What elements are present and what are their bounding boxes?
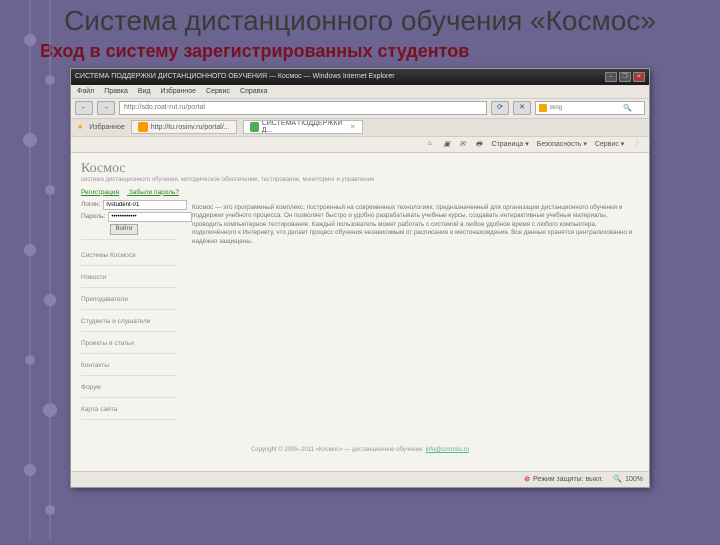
tab-1[interactable]: http://tu.rosinv.ru/portal/... xyxy=(131,120,237,134)
tab-1-label: http://tu.rosinv.ru/portal/... xyxy=(151,124,230,131)
login-form: Логин: Пароль: Войти xyxy=(81,200,176,240)
search-go-icon[interactable]: 🔍 xyxy=(623,104,632,112)
status-security: ⊘ Режим защиты: выкл. xyxy=(524,475,603,483)
search-box[interactable]: 🔍 xyxy=(535,101,645,115)
address-bar[interactable]: http://sdo.roat-rut.ru/portal xyxy=(119,101,487,115)
minimize-button[interactable]: – xyxy=(605,72,617,82)
zoom-icon: 🔍 xyxy=(613,475,622,483)
sidebar-item-students[interactable]: Студенты и слушатели xyxy=(81,312,176,332)
mail-icon: ✉ xyxy=(460,140,468,148)
forward-button[interactable]: → xyxy=(97,101,115,115)
sidebar-item-contacts[interactable]: Контакты xyxy=(81,356,176,376)
search-input[interactable] xyxy=(550,105,620,111)
stop-button[interactable]: ✕ xyxy=(513,101,531,115)
help-button[interactable]: ❔ xyxy=(632,140,641,148)
tab-bar: ★ Избранное http://tu.rosinv.ru/portal/.… xyxy=(71,119,649,137)
site-tagline: система дистанционного обучения, методич… xyxy=(71,177,649,187)
status-security-label: Режим защиты: выкл. xyxy=(533,476,603,483)
menu-favorites[interactable]: Избранное xyxy=(161,88,196,95)
tab-close-icon[interactable]: ✕ xyxy=(350,123,356,131)
slide-title: Система дистанционного обучения «Космос» xyxy=(0,0,720,37)
home-icon: ⌂ xyxy=(428,140,436,148)
menu-bar: Файл Правка Вид Избранное Сервис Справка xyxy=(71,85,649,99)
browser-window: СИСТЕМА ПОДДЕРЖКИ ДИСТАНЦИОННОГО ОБУЧЕНИ… xyxy=(70,68,650,488)
page-menu[interactable]: Страница ▾ xyxy=(492,140,529,148)
login-pass-input[interactable] xyxy=(108,212,192,222)
login-pass-label: Пароль: xyxy=(81,213,105,220)
shield-off-icon: ⊘ xyxy=(524,475,530,483)
sidebar: Логин: Пароль: Войти Системы Космоса Нов… xyxy=(81,200,176,420)
login-user-label: Логин: xyxy=(81,201,100,208)
home-button[interactable]: ⌂ xyxy=(428,140,436,148)
sidebar-item-teachers[interactable]: Преподаватели xyxy=(81,290,176,310)
window-titlebar: СИСТЕМА ПОДДЕРЖКИ ДИСТАНЦИОННОГО ОБУЧЕНИ… xyxy=(71,69,649,85)
slide-decor-dots xyxy=(10,0,70,540)
sidebar-item-systems[interactable]: Системы Космоса xyxy=(81,246,176,266)
print-icon: 🖶 xyxy=(476,140,484,148)
menu-tools[interactable]: Сервис xyxy=(206,88,230,95)
slide-subtitle: Вход в систему зарегистрированных студен… xyxy=(0,37,720,68)
favorites-star-icon[interactable]: ★ xyxy=(77,123,83,131)
refresh-button[interactable]: ⟳ xyxy=(491,101,509,115)
tab-2[interactable]: СИСТЕМА ПОДДЕРЖКИ Д... ✕ xyxy=(243,120,363,134)
tab-1-favicon xyxy=(138,122,148,132)
window-title: СИСТЕМА ПОДДЕРЖКИ ДИСТАНЦИОННОГО ОБУЧЕНИ… xyxy=(75,73,395,80)
rss-icon: ▣ xyxy=(444,140,452,148)
sidebar-item-news[interactable]: Новости xyxy=(81,268,176,288)
login-button[interactable]: Войти xyxy=(110,224,138,235)
menu-file[interactable]: Файл xyxy=(77,88,94,95)
close-button[interactable]: ✕ xyxy=(633,72,645,82)
menu-edit[interactable]: Правка xyxy=(104,88,128,95)
intro-paragraph: Космос — это программный комплекс, постр… xyxy=(192,204,633,247)
nav-bar: ← → http://sdo.roat-rut.ru/portal ⟳ ✕ 🔍 xyxy=(71,99,649,119)
sidebar-item-sitemap[interactable]: Карта сайта xyxy=(81,400,176,420)
menu-help[interactable]: Справка xyxy=(240,88,267,95)
forgot-link[interactable]: Забыли пароль? xyxy=(129,189,179,196)
safety-menu[interactable]: Безопасность ▾ xyxy=(537,140,587,148)
zoom-value: 100% xyxy=(625,476,643,483)
menu-view[interactable]: Вид xyxy=(138,88,151,95)
command-bar: ⌂ ▣ ✉ 🖶 Страница ▾ Безопасность ▾ Сервис… xyxy=(71,137,649,153)
login-user-input[interactable] xyxy=(103,200,187,210)
mail-button[interactable]: ✉ xyxy=(460,140,468,148)
page-content: Космос система дистанционного обучения, … xyxy=(71,153,649,471)
feeds-button[interactable]: ▣ xyxy=(444,140,452,148)
footer-mail-link[interactable]: info@cosmos.ru xyxy=(426,447,469,453)
status-zoom[interactable]: 🔍 100% xyxy=(613,475,643,483)
site-brand: Космос xyxy=(71,153,649,177)
register-link[interactable]: Регистрация xyxy=(81,189,119,196)
sidebar-item-forum[interactable]: Форум xyxy=(81,378,176,398)
page-footer: Copyright © 2005–2011 «Космос» — дистанц… xyxy=(71,447,649,453)
auth-links: Регистрация Забыли пароль? xyxy=(71,187,649,198)
footer-copyright: Copyright © 2005–2011 «Космос» — дистанц… xyxy=(251,447,422,453)
tools-menu[interactable]: Сервис ▾ xyxy=(595,140,624,148)
main-area: Космос — это программный комплекс, постр… xyxy=(186,200,639,420)
status-bar: ⊘ Режим защиты: выкл. 🔍 100% xyxy=(71,471,649,487)
back-button[interactable]: ← xyxy=(75,101,93,115)
maximize-button[interactable]: ❐ xyxy=(619,72,631,82)
tab-2-favicon xyxy=(250,122,259,132)
tab-2-label: СИСТЕМА ПОДДЕРЖКИ Д... xyxy=(262,120,347,134)
favorites-label[interactable]: Избранное xyxy=(89,124,124,131)
sidebar-item-projects[interactable]: Проекты и статьи xyxy=(81,334,176,354)
bing-icon xyxy=(539,104,547,112)
print-button[interactable]: 🖶 xyxy=(476,140,484,148)
